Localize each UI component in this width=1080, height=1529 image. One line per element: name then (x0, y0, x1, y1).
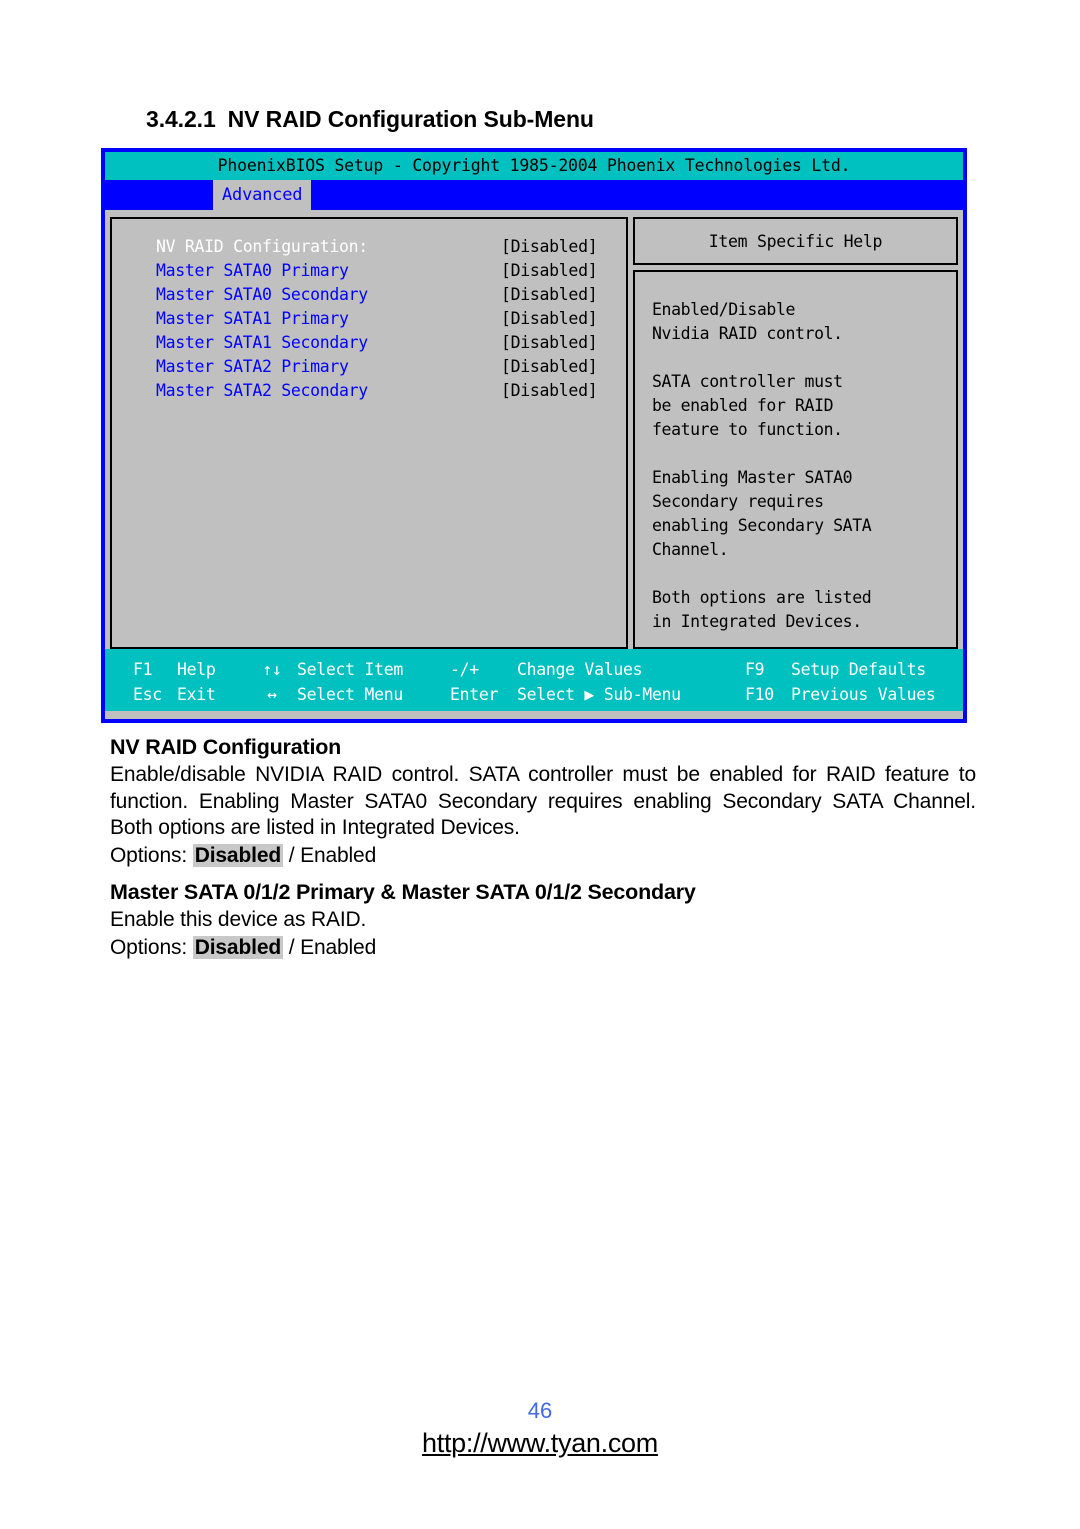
setting-row-master-sata0-primary[interactable]: Master SATA0 Primary [Disabled] (112, 261, 626, 285)
help-panel-title: Item Specific Help (633, 217, 958, 265)
help-paragraph: Both options are listed in Integrated De… (652, 588, 872, 631)
setting-label: Master SATA0 Secondary (156, 285, 368, 304)
page-number: 46 (527, 1398, 553, 1423)
bios-key-legend: F1 Help ↑↓ Select Item -/+ Change Values… (105, 649, 963, 711)
item-specific-help-pane: Item Specific Help Enabled/Disable Nvidi… (633, 217, 958, 649)
leftright-arrow-icon: ↔ (267, 685, 277, 704)
section-body: Enable this device as RAID. (110, 908, 367, 931)
key-f9[interactable]: F9 (745, 657, 765, 682)
section-body: Enable/disable NVIDIA RAID control. SATA… (110, 763, 976, 839)
setting-row-master-sata1-secondary[interactable]: Master SATA1 Secondary [Disabled] (112, 333, 626, 357)
bios-setup-window: PhoenixBIOS Setup - Copyright 1985-2004 … (101, 148, 967, 723)
key-enter[interactable]: Enter (450, 682, 498, 707)
options-default-value: Disabled (192, 935, 284, 959)
footer-url-text[interactable]: http://www.tyan.com (422, 1428, 658, 1458)
setting-label: Master SATA1 Primary (156, 309, 349, 328)
key-leftright-action: Select Menu (297, 685, 403, 704)
options-rest: / Enabled (283, 935, 377, 959)
bios-titlebar: PhoenixBIOS Setup - Copyright 1985-2004 … (105, 152, 963, 180)
key-f10-action: Previous Values (791, 685, 936, 704)
settings-pane: NV RAID Configuration: [Disabled] Master… (110, 217, 628, 649)
options-rest: / Enabled (283, 843, 377, 867)
key-f1[interactable]: F1 (133, 657, 153, 682)
setting-value[interactable]: [Disabled] (501, 381, 598, 400)
options-prefix: Options: (110, 843, 193, 867)
setting-value[interactable]: [Disabled] (501, 333, 598, 352)
key-esc[interactable]: Esc (133, 682, 162, 707)
section-master-sata-primary-secondary: Master SATA 0/1/2 Primary & Master SATA … (110, 880, 976, 961)
setting-value[interactable]: [Disabled] (501, 357, 598, 376)
key-f10[interactable]: F10 (745, 682, 774, 707)
setting-row-master-sata2-secondary[interactable]: Master SATA2 Secondary [Disabled] (112, 381, 626, 405)
section-options-line: Options: Disabled / Enabled (110, 842, 976, 869)
bios-content-area: NV RAID Configuration: [Disabled] Master… (105, 210, 963, 649)
options-prefix: Options: (110, 935, 193, 959)
setting-row-master-sata0-secondary[interactable]: Master SATA0 Secondary [Disabled] (112, 285, 626, 309)
key-minus-plus-action: Change Values (517, 660, 643, 679)
setting-value[interactable]: [Disabled] (501, 237, 598, 256)
setting-row-master-sata2-primary[interactable]: Master SATA2 Primary [Disabled] (112, 357, 626, 381)
help-paragraph: Enabling Master SATA0 Secondary requires… (652, 468, 872, 559)
page-title: 3.4.2.1 NV RAID Configuration Sub-Menu (146, 106, 594, 133)
key-minus-plus[interactable]: -/+ (450, 657, 479, 682)
key-updown-action: Select Item (297, 660, 403, 679)
key-enter-action: Select ▶ Sub-Menu (517, 685, 681, 704)
help-paragraph: Enabled/Disable Nvidia RAID control. (652, 300, 843, 343)
page-title-number: 3.4.2.1 (146, 106, 216, 132)
setting-value[interactable]: [Disabled] (501, 309, 598, 328)
help-panel-body: Enabled/Disable Nvidia RAID control. SAT… (633, 270, 958, 649)
setting-label: NV RAID Configuration: (156, 237, 368, 256)
help-paragraph: SATA controller must be enabled for RAID… (652, 372, 843, 439)
options-default-value: Disabled (192, 843, 284, 867)
setting-label: Master SATA2 Primary (156, 357, 349, 376)
setting-label: Master SATA1 Secondary (156, 333, 368, 352)
key-legend-row-2: Esc Exit ↔ Select Menu Enter Select ▶ Su… (105, 682, 963, 707)
setting-value[interactable]: [Disabled] (501, 261, 598, 280)
section-title: NV RAID Configuration (110, 735, 342, 759)
key-f1-action: Help (177, 660, 216, 679)
updown-arrow-icon: ↑↓ (262, 660, 282, 679)
key-f9-action: Setup Defaults (791, 660, 926, 679)
setting-label: Master SATA2 Secondary (156, 381, 368, 400)
section-options-line: Options: Disabled / Enabled (110, 934, 976, 961)
tab-advanced[interactable]: Advanced (213, 180, 312, 210)
bios-menu-bar: Advanced (105, 180, 963, 210)
setting-row-master-sata1-primary[interactable]: Master SATA1 Primary [Disabled] (112, 309, 626, 333)
setting-label: Master SATA0 Primary (156, 261, 349, 280)
setting-row-nv-raid-configuration[interactable]: NV RAID Configuration: [Disabled] (112, 237, 626, 261)
section-nv-raid-configuration: NV RAID Configuration Enable/disable NVI… (110, 735, 976, 869)
page-title-text: NV RAID Configuration Sub-Menu (227, 106, 594, 132)
section-title: Master SATA 0/1/2 Primary & Master SATA … (110, 880, 696, 904)
key-legend-row-1: F1 Help ↑↓ Select Item -/+ Change Values… (105, 657, 963, 682)
footer-url[interactable]: http://www.tyan.com (0, 1428, 1080, 1459)
key-esc-action: Exit (177, 685, 216, 704)
setting-value[interactable]: [Disabled] (501, 285, 598, 304)
